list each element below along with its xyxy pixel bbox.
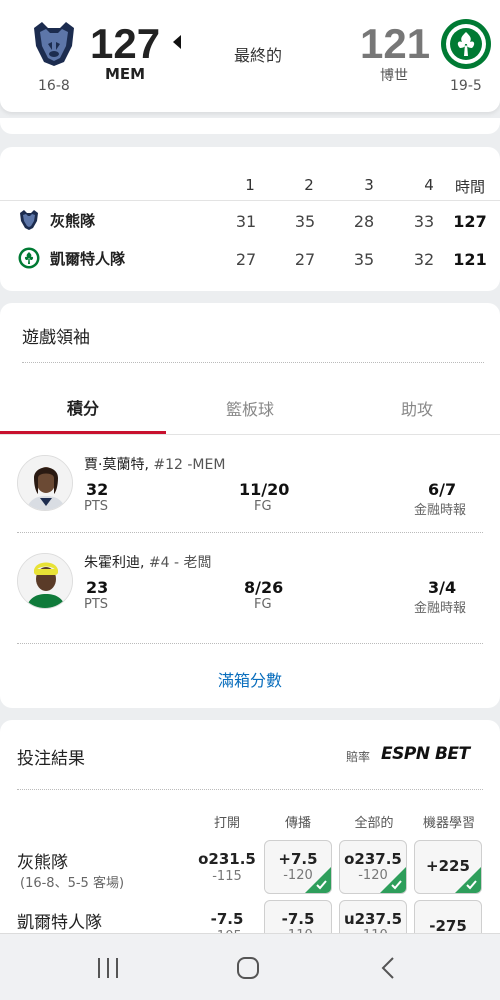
linescore-team-away[interactable]: 凱爾特人隊 <box>50 248 125 269</box>
bet-header-spread: 傳播 <box>284 816 311 831</box>
game-leaders-title: 遊戲領袖 <box>22 328 90 348</box>
bet-header-moneyline: 機器學習 <box>422 816 475 831</box>
player-name[interactable]: 賈·莫蘭特, <box>84 457 149 473</box>
away-score: 121 <box>360 20 431 67</box>
home-abbr: MEM <box>105 65 146 83</box>
game-status: 最終的 <box>234 46 283 65</box>
linescore-header-q3: 3 <box>364 176 374 194</box>
divider <box>0 200 500 201</box>
player-stat-ft-label: 金融時報 <box>414 601 467 616</box>
grizzlies-mini-logo-icon <box>20 210 38 230</box>
game-leaders-card: 遊戲領袖 積分 籃板球 助攻 賈·莫蘭特, #12 -MEM 32 PTS 11… <box>0 303 500 708</box>
celtics-logo-icon[interactable] <box>440 18 492 70</box>
betting-title: 投注結果 <box>17 749 85 769</box>
celtics-mini-logo-icon <box>18 247 40 269</box>
linescore-home-q4: 33 <box>413 212 435 231</box>
check-icon <box>455 867 481 893</box>
home-score: 127 <box>90 20 161 67</box>
linescore-header-total: 時間 <box>454 178 485 196</box>
linescore-home-q2: 35 <box>294 212 316 231</box>
bet-open-value: o231.5 <box>198 850 256 868</box>
recent-apps-icon[interactable] <box>96 957 120 979</box>
winner-arrow-icon <box>173 35 181 49</box>
check-icon <box>305 867 331 893</box>
player-avatar[interactable] <box>17 455 73 511</box>
bet-total-value: u237.5 <box>343 910 403 928</box>
bet-spread-value: +7.5 <box>278 850 318 868</box>
divider <box>0 434 500 435</box>
player-headshot-icon <box>18 554 72 608</box>
linescore-header-q1: 1 <box>245 176 255 194</box>
divider <box>17 789 483 790</box>
linescore-home-q3: 28 <box>353 212 375 231</box>
linescore-away-total: 121 <box>453 250 487 269</box>
player-name[interactable]: 朱霍利迪, <box>84 555 144 571</box>
system-nav-bar <box>0 933 500 1000</box>
player-avatar[interactable] <box>17 553 73 609</box>
player-stat-points-label: PTS <box>84 597 109 612</box>
home-icon[interactable] <box>236 956 260 980</box>
divider <box>22 362 484 363</box>
linescore-home-total: 127 <box>453 212 487 231</box>
player-name-1[interactable]: 賈·莫蘭特, #12 -MEM <box>84 454 225 474</box>
player-stat-ft: 3/4 <box>428 578 457 597</box>
bet-spread-home-button[interactable]: +7.5 -120 <box>264 840 332 894</box>
bet-team-home: 灰熊隊 <box>17 853 68 873</box>
collapsed-card <box>0 118 500 134</box>
tab-rebounds[interactable]: 籃板球 <box>167 396 333 420</box>
divider <box>17 643 483 644</box>
linescore-header-q2: 2 <box>304 176 314 194</box>
player-name-2[interactable]: 朱霍利迪, #4 - 老闆 <box>84 552 212 572</box>
player-headshot-icon <box>18 456 72 510</box>
linescore-away-q4: 32 <box>413 250 435 269</box>
bet-moneyline-home-button[interactable]: +225 <box>414 840 482 894</box>
linescore-team-home[interactable]: 灰熊隊 <box>50 210 95 231</box>
tab-assists[interactable]: 助攻 <box>334 396 500 420</box>
linescore-away-q2: 27 <box>294 250 316 269</box>
espn-bet-logo[interactable]: ESPN BET <box>381 744 470 764</box>
player-stat-fg-label: FG <box>254 597 272 612</box>
grizzlies-logo-icon[interactable] <box>28 18 80 70</box>
odds-label: 賠率 <box>346 750 371 764</box>
linescore-away-q1: 27 <box>235 250 257 269</box>
bet-header-open: 打開 <box>213 816 240 831</box>
away-team-name: 博世 <box>380 68 408 84</box>
linescore-away-q3: 35 <box>353 250 375 269</box>
betting-card: 投注結果 賠率 ESPN BET 打開 傳播 全部的 機器學習 灰熊隊 (16-… <box>0 720 500 960</box>
back-icon[interactable] <box>380 956 396 980</box>
player-stat-points-label: PTS <box>84 499 109 514</box>
away-record: 19-5 <box>450 78 482 94</box>
linescore-card: 1 2 3 4 時間 灰熊隊 31 35 28 33 127 凱爾特人隊 27 … <box>0 147 500 291</box>
player-info: #12 -MEM <box>153 457 226 473</box>
player-stat-fg-label: FG <box>254 499 272 514</box>
player-stat-fg: 8/26 <box>244 578 284 597</box>
check-icon <box>380 867 406 893</box>
divider <box>17 532 483 533</box>
bet-open-home: o231.5 -115 <box>191 850 263 884</box>
player-stat-ft: 6/7 <box>428 480 457 499</box>
bet-open-odds: -115 <box>212 869 242 884</box>
player-stat-ft-label: 金融時報 <box>414 503 467 518</box>
bet-total-home-button[interactable]: o237.5 -120 <box>339 840 407 894</box>
player-stat-points: 32 <box>86 480 109 499</box>
bet-total-value: o237.5 <box>344 850 402 868</box>
bet-header-total: 全部的 <box>354 816 394 831</box>
bet-open-value: -7.5 <box>210 910 244 928</box>
player-info: #4 - 老闆 <box>148 555 212 571</box>
player-stat-fg: 11/20 <box>239 480 290 499</box>
tab-points[interactable]: 積分 <box>0 395 166 419</box>
full-box-score-link[interactable]: 滿箱分數 <box>0 667 500 691</box>
home-record: 16-8 <box>38 78 70 94</box>
bet-spread-value: -7.5 <box>281 910 315 928</box>
bet-team-away: 凱爾特人隊 <box>17 913 102 933</box>
bet-team-home-record: (16-8、5-5 客場) <box>20 876 125 891</box>
player-stat-points: 23 <box>86 578 109 597</box>
scoreboard-header: 127 MEM 16-8 最終的 121 博世 19-5 <box>0 0 500 112</box>
linescore-header-q4: 4 <box>424 176 434 194</box>
linescore-home-q1: 31 <box>235 212 257 231</box>
